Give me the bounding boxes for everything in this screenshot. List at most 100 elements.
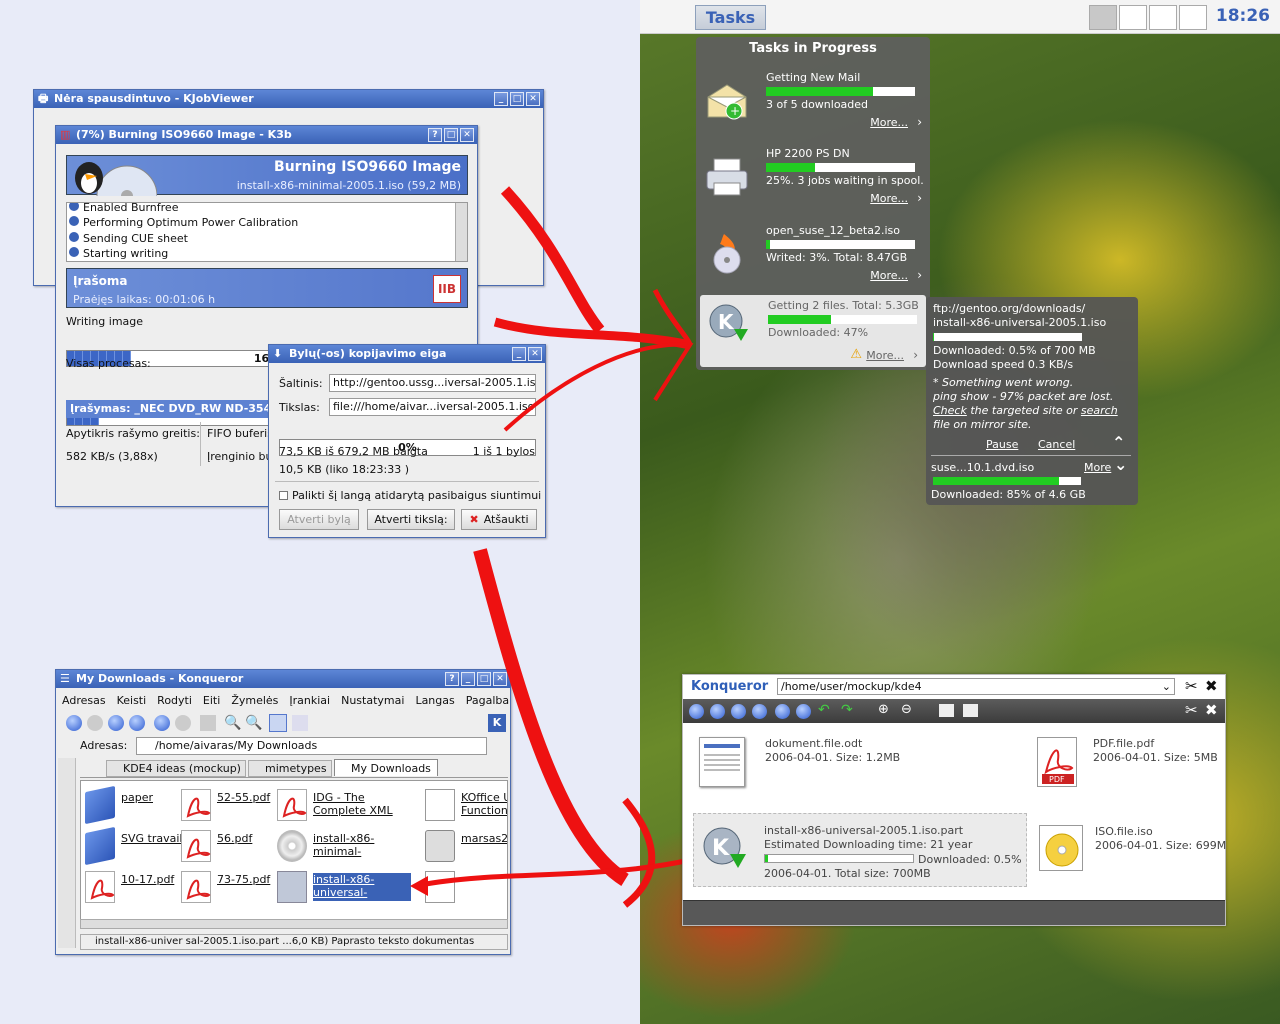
icon-view-icon[interactable] xyxy=(939,704,954,717)
file-label[interactable] xyxy=(461,873,507,901)
log-scrollbar[interactable] xyxy=(455,203,467,261)
reload-icon[interactable] xyxy=(154,715,170,731)
kjobviewer-titlebar[interactable]: 🖶 Nėra spausdintuvo - KJobViewer _ □ ✕ xyxy=(34,90,543,108)
help-button[interactable]: ? xyxy=(445,672,459,686)
chevron-right-icon[interactable]: › xyxy=(917,115,922,129)
k3b-titlebar[interactable]: ▥ (7%) Burning ISO9660 Image - K3b ? □ ✕ xyxy=(56,126,477,144)
horizontal-scrollbar[interactable] xyxy=(80,919,508,929)
second-more-link[interactable]: More xyxy=(1084,461,1111,474)
stop-icon[interactable] xyxy=(175,715,191,731)
pager-desktop-3[interactable] xyxy=(1149,5,1177,30)
chevron-down-icon[interactable]: ⌄ xyxy=(1114,455,1127,474)
home-icon[interactable] xyxy=(752,704,767,719)
up-icon[interactable] xyxy=(731,704,746,719)
file-item-downloading[interactable]: K install-x86-universal-2005.1.iso.part … xyxy=(693,813,1027,887)
tasks-button[interactable]: Tasks xyxy=(695,5,766,30)
close-icon[interactable]: ✖ xyxy=(1205,701,1218,719)
more-link[interactable]: More... xyxy=(870,116,908,129)
pager-desktop-2[interactable] xyxy=(1119,5,1147,30)
konqueror-titlebar[interactable]: ☰ My Downloads - Konqueror ? _ □ ✕ xyxy=(56,670,510,688)
file-label[interactable]: install-x86-universal-2005.1.iso.part xyxy=(313,873,411,901)
detail-view-icon[interactable] xyxy=(963,704,978,717)
menu-item[interactable]: Eiti xyxy=(203,694,220,707)
cancel-button[interactable]: ✖ Atšaukti xyxy=(461,509,537,530)
path-combo[interactable]: /home/user/mockup/kde4 ⌄ xyxy=(777,678,1175,695)
zoom-out-icon[interactable]: 🔍 xyxy=(245,715,262,731)
forward-icon[interactable] xyxy=(710,704,725,719)
forward-icon[interactable] xyxy=(87,715,103,731)
close-button[interactable]: ✕ xyxy=(528,347,542,361)
open-file-button[interactable]: Atverti bylą xyxy=(279,509,359,530)
menu-item[interactable]: Keisti xyxy=(117,694,147,707)
minimize-button[interactable]: _ xyxy=(461,672,475,686)
open-destination-button[interactable]: Atverti tikslą: xyxy=(367,509,455,530)
tab-my-downloads[interactable]: My Downloads xyxy=(334,759,438,776)
icon-view-icon[interactable] xyxy=(269,714,287,732)
zoom-in-icon[interactable]: ⊕ xyxy=(878,702,889,717)
keep-open-checkbox-row[interactable]: Palikti šį langą atidarytą pasibaigus si… xyxy=(279,489,541,502)
maximize-button[interactable]: □ xyxy=(510,92,524,106)
file-label[interactable]: install-x86-minimal-2005.1.iso xyxy=(313,832,411,860)
menu-item[interactable]: Adresas xyxy=(62,694,106,707)
dest-field[interactable]: file:///home/aivar...iversal-2005.1.iso xyxy=(329,398,536,416)
close-button[interactable]: ✕ xyxy=(460,128,474,142)
close-button[interactable]: ✕ xyxy=(493,672,507,686)
print-icon[interactable] xyxy=(200,715,216,731)
info-icon[interactable] xyxy=(796,704,811,719)
close-button[interactable]: ✕ xyxy=(526,92,540,106)
file-item[interactable]: PDF PDF.file.pdf 2006-04-01. Size: 5MB xyxy=(1037,737,1225,793)
menu-item[interactable]: Pagalba xyxy=(466,694,509,707)
undo-icon[interactable]: ↶ xyxy=(818,702,830,718)
pause-link[interactable]: Pause xyxy=(986,438,1018,451)
chevron-down-icon[interactable]: ⌄ xyxy=(1162,679,1171,694)
file-item[interactable]: dokument.file.odt 2006-04-01. Size: 1.2M… xyxy=(699,737,959,793)
check-link[interactable]: Check xyxy=(933,404,967,417)
file-label[interactable]: IDG - The Complete XML Bi... xyxy=(313,791,411,819)
menu-item[interactable]: Nustatymai xyxy=(341,694,404,707)
file-label[interactable]: marsas2. xyxy=(461,832,507,860)
tab-kde4-ideas[interactable]: KDE4 ideas (mockup) xyxy=(106,760,246,777)
zoom-in-icon[interactable]: 🔍 xyxy=(224,715,241,731)
chevron-up-icon[interactable]: ⌃ xyxy=(1112,433,1125,452)
more-link[interactable]: More... xyxy=(866,349,904,362)
address-input[interactable]: /home/aivaras/My Downloads xyxy=(136,737,487,755)
maximize-button[interactable]: □ xyxy=(444,128,458,142)
menu-item[interactable]: Įrankiai xyxy=(289,694,330,707)
menu-item[interactable]: Žymelės xyxy=(231,694,278,707)
minimize-button[interactable]: _ xyxy=(512,347,526,361)
chevron-right-icon[interactable]: › xyxy=(913,348,918,362)
search-link[interactable]: search xyxy=(1081,404,1118,417)
menu-item[interactable]: Langas xyxy=(415,694,454,707)
cancel-link[interactable]: Cancel xyxy=(1038,438,1075,451)
help-button[interactable]: ? xyxy=(428,128,442,142)
pager-desktop-4[interactable] xyxy=(1179,5,1207,30)
book-icon xyxy=(85,785,115,825)
menu-item[interactable]: Rodyti xyxy=(157,694,192,707)
detail-view-icon[interactable] xyxy=(292,715,308,731)
source-field[interactable]: http://gentoo.ussg...iversal-2005.1.iso xyxy=(329,374,536,392)
chevron-right-icon[interactable]: › xyxy=(917,191,922,205)
keep-open-checkbox[interactable] xyxy=(279,491,288,500)
file-label[interactable]: KOffice U Functiona xyxy=(461,791,507,819)
file-item[interactable]: ISO.file.iso 2006-04-01. Size: 699M xyxy=(1039,825,1227,881)
more-link[interactable]: More... xyxy=(870,269,908,282)
network-icon[interactable] xyxy=(775,704,790,719)
zoom-out-icon[interactable]: ⊖ xyxy=(901,702,912,717)
cancel-icon: ✖ xyxy=(469,513,479,526)
tools-icon[interactable]: ✂ xyxy=(1185,701,1198,719)
minimize-button[interactable]: _ xyxy=(494,92,508,106)
up-icon[interactable] xyxy=(108,715,124,731)
tools-icon[interactable]: ✂ xyxy=(1185,677,1198,695)
task-download[interactable]: K Getting 2 files. Total: 5.3GB Download… xyxy=(700,295,926,367)
home-icon[interactable] xyxy=(129,715,145,731)
back-icon[interactable] xyxy=(689,704,704,719)
chevron-right-icon[interactable]: › xyxy=(917,268,922,282)
pager-desktop-1[interactable] xyxy=(1089,5,1117,30)
copy-titlebar[interactable]: ⬇ Bylų(-os) kopijavimo eiga _ ✕ xyxy=(269,345,545,363)
tab-mimetypes[interactable]: mimetypes xyxy=(248,760,332,777)
redo-icon[interactable]: ↷ xyxy=(841,702,853,718)
more-link[interactable]: More... xyxy=(870,192,908,205)
maximize-button[interactable]: □ xyxy=(477,672,491,686)
close-icon[interactable]: ✖ xyxy=(1205,677,1218,695)
back-icon[interactable] xyxy=(66,715,82,731)
